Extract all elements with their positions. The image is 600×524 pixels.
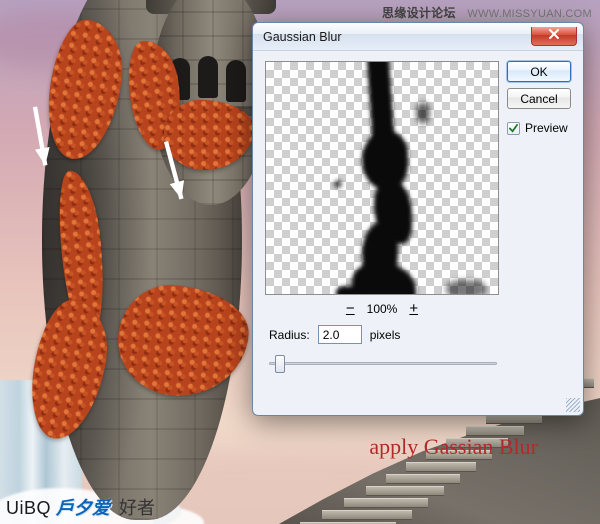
turret-window: [198, 56, 218, 98]
preview-mask-shape: [334, 180, 342, 188]
ok-button[interactable]: OK: [507, 61, 571, 82]
radius-input[interactable]: [318, 325, 362, 344]
stair-step: [406, 462, 476, 472]
watermark-bottom: UiBQ 戶夕爱 好者: [6, 494, 155, 520]
dialog-titlebar[interactable]: Gaussian Blur: [253, 23, 583, 51]
stair-step: [344, 498, 428, 508]
radius-row: Radius: pixels: [269, 325, 400, 344]
slider-track: [269, 362, 497, 365]
preview-mask-shape: [446, 280, 486, 295]
close-icon: [548, 28, 560, 43]
watermark-top-en: WWW.MISSYUAN.COM: [467, 8, 592, 20]
dialog-title: Gaussian Blur: [263, 30, 342, 44]
watermark-top-cn: 思缘设计论坛: [382, 6, 456, 20]
watermark-bottom-brand: UiBQ: [6, 498, 51, 518]
stair-step: [322, 510, 412, 520]
preview-thumbnail[interactable]: [265, 61, 499, 295]
annotation-text: apply Gassian Blur: [369, 434, 538, 460]
window-close-button[interactable]: [531, 27, 577, 46]
zoom-out-button[interactable]: −: [346, 301, 355, 316]
preview-mask-shape: [336, 286, 364, 295]
dialog-body: − 100% + OK Cancel Preview: [253, 51, 583, 328]
dialog-side-column: OK Cancel Preview: [507, 61, 571, 316]
zoom-percent-label: 100%: [367, 302, 398, 316]
zoom-controls: − 100% +: [265, 301, 499, 316]
preview-checkbox-label: Preview: [525, 121, 568, 135]
screenshot-stage: 思缘设计论坛 WWW.MISSYUAN.COM apply Gassian Bl…: [0, 0, 600, 524]
radius-label: Radius:: [269, 328, 310, 342]
turret-window: [226, 60, 246, 102]
radius-slider[interactable]: [269, 353, 497, 375]
preview-checkbox[interactable]: [507, 122, 520, 135]
preview-checkbox-row[interactable]: Preview: [507, 121, 571, 135]
watermark-top: 思缘设计论坛 WWW.MISSYUAN.COM: [382, 4, 592, 21]
slider-thumb[interactable]: [275, 355, 285, 373]
watermark-bottom-cn1: 戶夕爱: [56, 498, 110, 518]
gaussian-blur-dialog: Gaussian Blur: [252, 22, 584, 416]
stair-step: [386, 474, 460, 484]
preview-column: − 100% +: [265, 61, 499, 316]
zoom-in-button[interactable]: +: [409, 301, 418, 316]
preview-mask-shape: [416, 102, 430, 124]
resize-grip-icon[interactable]: [566, 398, 580, 412]
stair-step: [366, 486, 444, 496]
radius-units-label: pixels: [370, 328, 401, 342]
watermark-bottom-cn2: 好者: [119, 498, 155, 518]
cancel-button[interactable]: Cancel: [507, 88, 571, 109]
